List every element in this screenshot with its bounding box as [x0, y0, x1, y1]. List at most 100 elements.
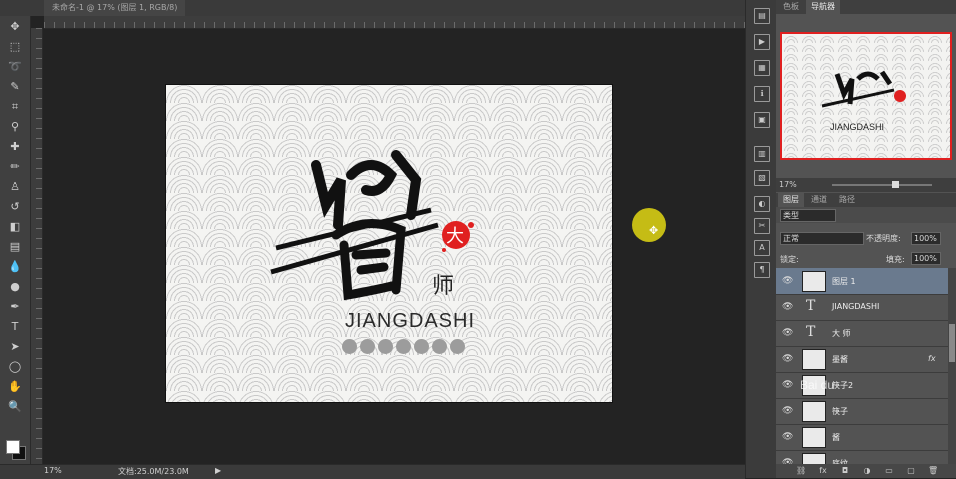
layer-name[interactable]: 筷子2 [832, 380, 853, 391]
navigator-logo-preview [821, 70, 906, 108]
eyedropper-tool-icon[interactable]: ⚲ [5, 118, 25, 136]
ruler-ticks [36, 28, 42, 464]
mask-icon[interactable]: ◘ [840, 466, 850, 476]
chopstick-1 [275, 207, 432, 251]
tab-navigator[interactable]: 导航器 [806, 0, 840, 14]
properties-icon[interactable]: ▣ [754, 112, 770, 128]
link-layers-icon[interactable]: ⛓ [796, 466, 806, 476]
play-icon[interactable]: ▶ [754, 34, 770, 50]
tab-layers[interactable]: 图层 [778, 193, 804, 207]
navigator-zoom-value[interactable]: 17% [779, 180, 797, 189]
calligraphy-logo [270, 150, 474, 301]
quick-select-tool-icon[interactable]: ✎ [5, 78, 25, 96]
swatches-icon[interactable]: ▧ [754, 170, 770, 186]
dot [342, 339, 357, 354]
clone-stamp-tool-icon[interactable]: ♙ [5, 178, 25, 196]
layers-tabs: 图层 通道 路径 [776, 193, 956, 207]
hand-tool-icon[interactable]: ✋ [5, 378, 25, 396]
dot [378, 339, 393, 354]
layers-footer: ⛓ fx ◘ ◑ ▭ ▢ 🗑 [776, 464, 956, 478]
text-layer-icon: T [806, 324, 816, 340]
layer-name[interactable]: 筷子 [832, 406, 848, 417]
navigator-zoom-slider[interactable] [832, 181, 932, 188]
layer-row[interactable]: 👁 酱 [776, 424, 948, 451]
visibility-eye-icon[interactable]: 👁 [782, 406, 793, 416]
scroll-thumb[interactable] [949, 324, 955, 362]
layer-name[interactable]: 酱 [832, 432, 840, 443]
text-layer-icon: T [806, 298, 816, 314]
gradient-tool-icon[interactable]: ▤ [5, 238, 25, 256]
status-menu-arrow-icon[interactable]: ▶ [215, 466, 221, 475]
visibility-eye-icon[interactable]: 👁 [782, 328, 793, 338]
visibility-eye-icon[interactable]: 👁 [782, 432, 793, 442]
lasso-tool-icon[interactable]: ➰ [5, 58, 25, 76]
move-tool-icon[interactable]: ✥ [5, 18, 25, 36]
layer-row[interactable]: 👁 T JIANGDASHI [776, 294, 948, 321]
tab-paths[interactable]: 路径 [834, 193, 860, 207]
blend-mode-select[interactable]: 正常 [780, 232, 864, 245]
opacity-input[interactable]: 100% [911, 232, 941, 245]
crop-tool-icon[interactable]: ⌗ [5, 98, 25, 116]
visibility-eye-icon[interactable]: 👁 [782, 276, 793, 286]
tab-channels[interactable]: 通道 [806, 193, 832, 207]
info-icon[interactable]: ℹ [754, 86, 770, 102]
document-tab[interactable]: 未命名-1 @ 17% (图层 1, RGB/8) [44, 0, 186, 16]
healing-tool-icon[interactable]: ✚ [5, 138, 25, 156]
tools-panel: ✥ ⬚ ➰ ✎ ⌗ ⚲ ✚ ✏ ♙ ↺ ◧ ▤ 💧 ● ✒ T ➤ ◯ ✋ 🔍 [0, 16, 31, 464]
decorative-dots [342, 339, 465, 354]
visibility-eye-icon[interactable]: 👁 [782, 354, 793, 364]
history-brush-tool-icon[interactable]: ↺ [5, 198, 25, 216]
visibility-eye-icon[interactable]: 👁 [782, 302, 793, 312]
visibility-eye-icon[interactable]: 👁 [782, 380, 793, 390]
new-layer-icon[interactable]: ▢ [906, 466, 916, 476]
dot [414, 339, 429, 354]
chopstick-2 [270, 222, 439, 275]
shape-tool-icon[interactable]: ◯ [5, 358, 25, 376]
layer-row[interactable]: 👁 墨酱 fx [776, 346, 948, 373]
fx-icon[interactable]: fx [818, 466, 828, 476]
path-select-tool-icon[interactable]: ➤ [5, 338, 25, 356]
layer-row[interactable]: 👁 图层 1 [776, 268, 948, 295]
layer-row[interactable]: 👁 T 大 师 [776, 320, 948, 347]
layer-name[interactable]: 墨酱 [832, 354, 848, 365]
adjustments-icon[interactable]: ◐ [754, 196, 770, 212]
dot [360, 339, 375, 354]
layer-name[interactable]: 大 师 [832, 328, 851, 339]
fill-input[interactable]: 100% [911, 252, 941, 265]
chopstick [821, 88, 895, 108]
brush-tool-icon[interactable]: ✏ [5, 158, 25, 176]
document-canvas[interactable]: 大 师 JIANGDASHI [166, 85, 612, 402]
brush-stroke [311, 150, 422, 230]
tab-swatches[interactable]: 色板 [778, 0, 804, 14]
type-tool-icon[interactable]: T [5, 318, 25, 336]
layers-scrollbar[interactable] [948, 268, 956, 464]
navigator-preview[interactable]: JIANGDASHI [780, 32, 952, 160]
eraser-tool-icon[interactable]: ◧ [5, 218, 25, 236]
zoom-tool-icon[interactable]: 🔍 [5, 398, 25, 416]
trash-icon[interactable]: 🗑 [928, 466, 938, 476]
blend-row: 正常 不透明度: 100% [776, 230, 956, 246]
layer-name[interactable]: 图层 1 [832, 276, 856, 287]
dashi-character: 师 [432, 274, 455, 299]
slider-knob[interactable] [892, 181, 899, 188]
dodge-tool-icon[interactable]: ● [5, 278, 25, 296]
lock-row: 锁定: 填充: 100% [776, 251, 956, 267]
history-icon[interactable]: ▤ [754, 8, 770, 24]
document-size: 文档:25.0M/23.0M [118, 467, 189, 476]
layer-name[interactable]: JIANGDASHI [832, 302, 879, 311]
foreground-color-swatch[interactable] [6, 440, 20, 454]
pen-tool-icon[interactable]: ✒ [5, 298, 25, 316]
blur-tool-icon[interactable]: 💧 [5, 258, 25, 276]
layer-row[interactable]: 👁 筷子 [776, 398, 948, 425]
marquee-tool-icon[interactable]: ⬚ [5, 38, 25, 56]
notes-icon[interactable]: ▥ [754, 146, 770, 162]
group-icon[interactable]: ▭ [884, 466, 894, 476]
character-icon[interactable]: A [754, 240, 770, 256]
layer-kind-filter[interactable]: 类型 [780, 209, 836, 222]
zoom-level[interactable]: 17% [44, 466, 62, 475]
layer-effects-icon[interactable]: fx [928, 354, 936, 363]
styles-icon[interactable]: ✂ [754, 218, 770, 234]
paragraph-icon[interactable]: ¶ [754, 262, 770, 278]
adjustment-layer-icon[interactable]: ◑ [862, 466, 872, 476]
layer-comps-icon[interactable]: ▦ [754, 60, 770, 76]
